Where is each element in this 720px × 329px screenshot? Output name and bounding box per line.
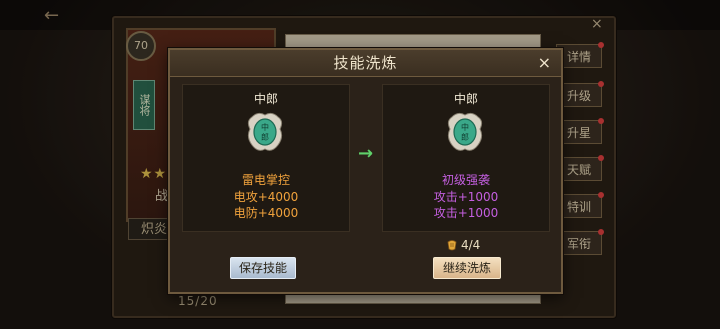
skill-refine-dialog: 技能洗炼 × 中郎 中 郎 雷电掌控 电攻+4000 电防+4000 → 中郎 … (168, 48, 563, 294)
save-skill-button[interactable]: 保存技能 (230, 257, 296, 279)
skill-rank-label: 中郎 (453, 92, 478, 106)
badge-text: 中 (261, 122, 269, 132)
dialog-header: 技能洗炼 × (170, 50, 561, 77)
cost-value: 4/4 (461, 238, 481, 252)
dialog-title: 技能洗炼 (333, 54, 398, 72)
badge-text: 郎 (461, 132, 469, 142)
current-skill-card: 中郎 中 郎 雷电掌控 电攻+4000 电防+4000 (182, 84, 350, 232)
skill-rank-label: 中郎 (253, 92, 278, 106)
skill-stat: 攻击+1000 (433, 206, 499, 220)
skill-name: 雷电掌控 (241, 173, 290, 187)
skill-name: 初级强袭 (441, 173, 490, 187)
skill-badge-icon: 中 郎 (247, 112, 283, 151)
close-icon[interactable]: × (538, 53, 551, 72)
refine-cost: 4/4 (446, 238, 480, 252)
skill-stat: 攻击+1000 (433, 190, 499, 204)
arrow-right-icon: → (358, 143, 374, 164)
badge-text: 郎 (261, 132, 269, 142)
continue-refine-button[interactable]: 继续洗炼 (433, 257, 501, 279)
skill-badge-icon: 中 郎 (447, 112, 483, 151)
skill-stat: 电防+4000 (233, 206, 299, 220)
badge-text: 中 (461, 122, 469, 132)
new-skill-card: 中郎 中 郎 初级强袭 攻击+1000 攻击+1000 (382, 84, 550, 232)
skill-stat: 电攻+4000 (233, 190, 299, 204)
scroll-icon (447, 240, 457, 251)
